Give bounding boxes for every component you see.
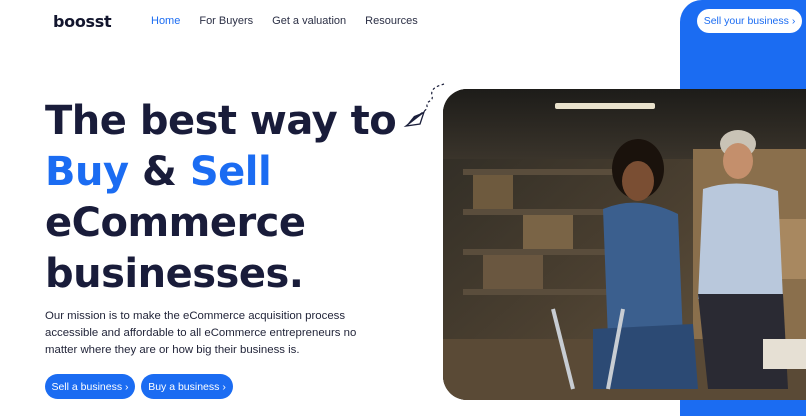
headline-amp: & bbox=[141, 149, 177, 195]
nav-get-valuation[interactable]: Get a valuation bbox=[272, 15, 346, 27]
hero-photo bbox=[443, 89, 806, 400]
headline-line-2: Buy & Sell bbox=[45, 147, 396, 198]
nav-for-buyers[interactable]: For Buyers bbox=[199, 15, 253, 27]
headline-line-3: eCommerce bbox=[45, 200, 306, 246]
brand-logo[interactable]: boosst bbox=[53, 12, 112, 31]
nav-resources[interactable]: Resources bbox=[365, 15, 418, 27]
sell-a-business-button[interactable]: Sell a business › bbox=[45, 374, 135, 399]
headline-line-4: businesses. bbox=[45, 251, 304, 297]
hero-headline: The best way to Buy & Sell eCommerce bus… bbox=[45, 96, 397, 300]
sell-your-business-button[interactable]: Sell your business › bbox=[697, 9, 802, 33]
main-nav: Home For Buyers Get a valuation Resource… bbox=[151, 15, 437, 27]
mission-text: Our mission is to make the eCommerce acq… bbox=[45, 310, 357, 356]
hero-photo-illustration bbox=[443, 89, 806, 400]
headline-line-1: The best way to bbox=[45, 98, 397, 144]
nav-home[interactable]: Home bbox=[151, 15, 180, 27]
headline-sell: Sell bbox=[189, 149, 272, 195]
buy-a-business-button[interactable]: Buy a business › bbox=[141, 374, 233, 399]
headline-buy: Buy bbox=[45, 149, 129, 195]
